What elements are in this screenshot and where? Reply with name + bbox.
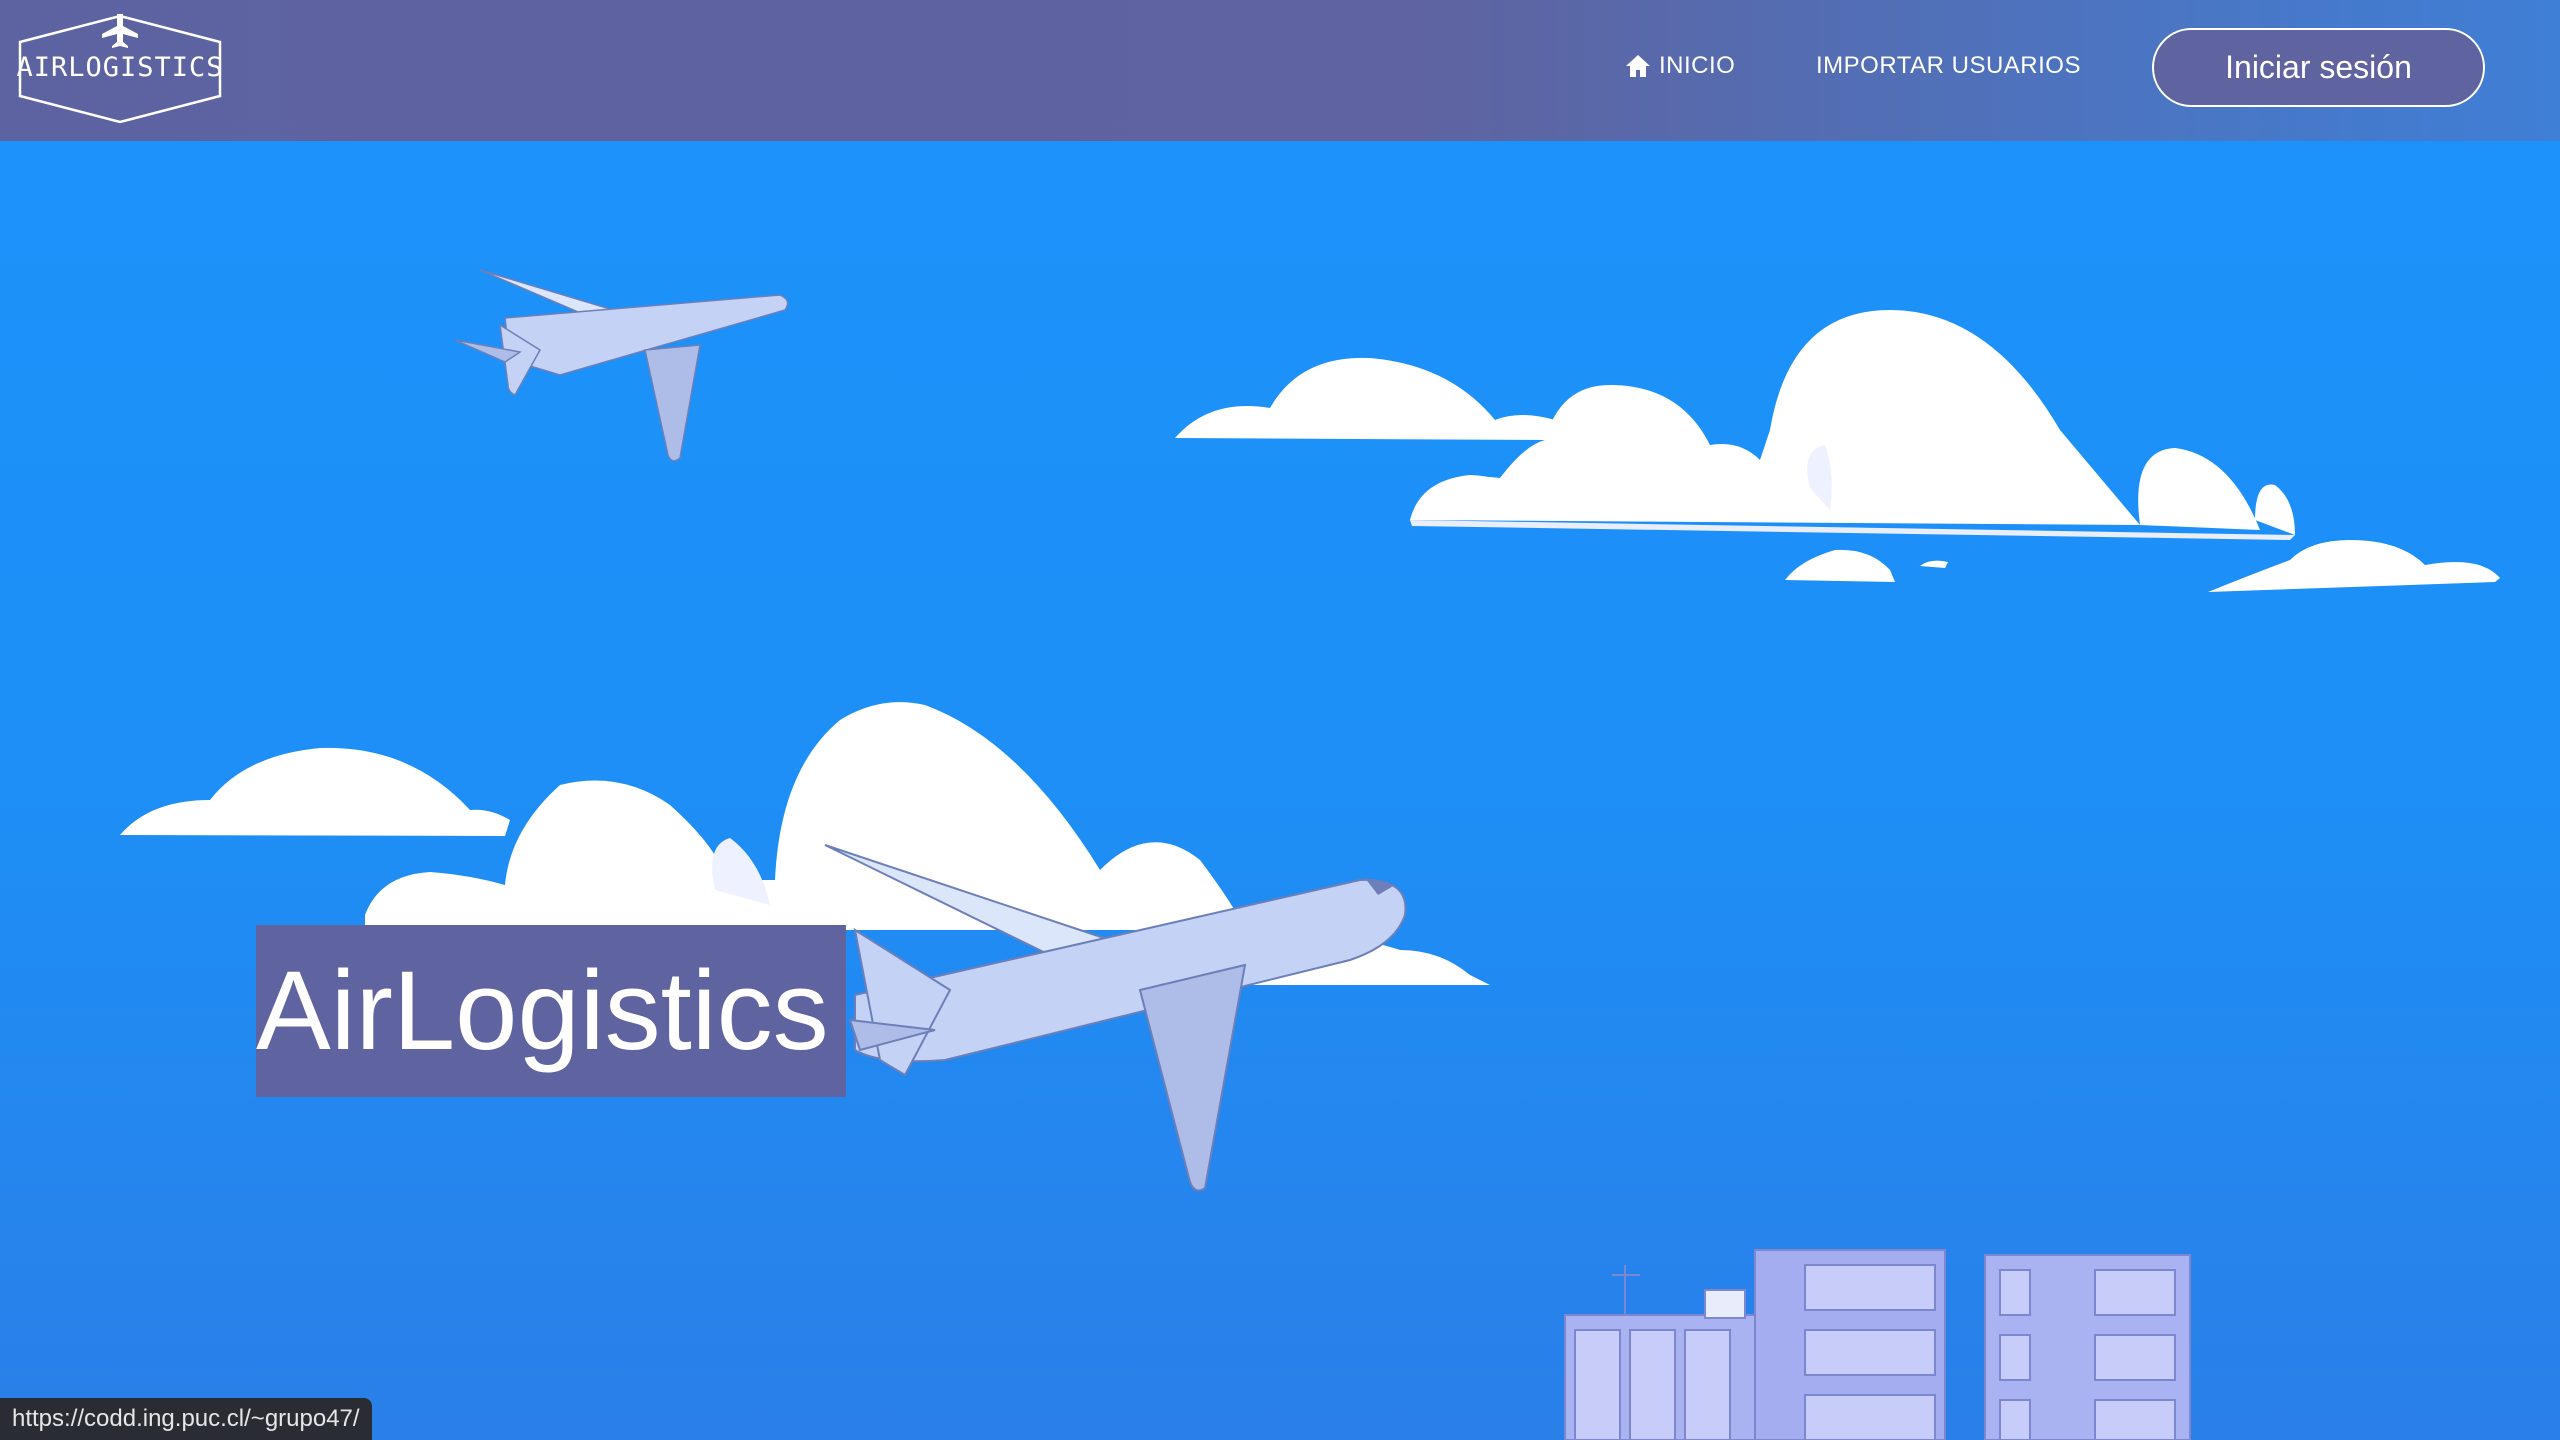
plane-small (454, 269, 789, 462)
navbar: AIRLOGISTICS INICIO IMPORTAR USUARIOS In… (0, 0, 2560, 141)
nav-link-inicio[interactable]: INICIO (1625, 52, 1735, 80)
buildings (1564, 1249, 2191, 1440)
home-icon (1626, 55, 1650, 77)
nav-link-inicio-label: INICIO (1659, 52, 1736, 79)
nav-link-importar-usuarios-label: IMPORTAR USUARIOS (1816, 52, 2081, 79)
hero-title: AirLogistics (256, 925, 846, 1097)
status-bar-url: https://codd.ing.puc.cl/~grupo47/ (0, 1398, 372, 1440)
logo-text: AIRLOGISTICS (16, 52, 224, 83)
sky-illustration (120, 269, 2500, 1440)
logo[interactable]: AIRLOGISTICS (14, 8, 226, 124)
cloud-upper-right (1175, 310, 2500, 592)
login-button[interactable]: Iniciar sesión (2152, 28, 2485, 107)
nav-link-importar-usuarios[interactable]: IMPORTAR USUARIOS (1816, 52, 2081, 80)
